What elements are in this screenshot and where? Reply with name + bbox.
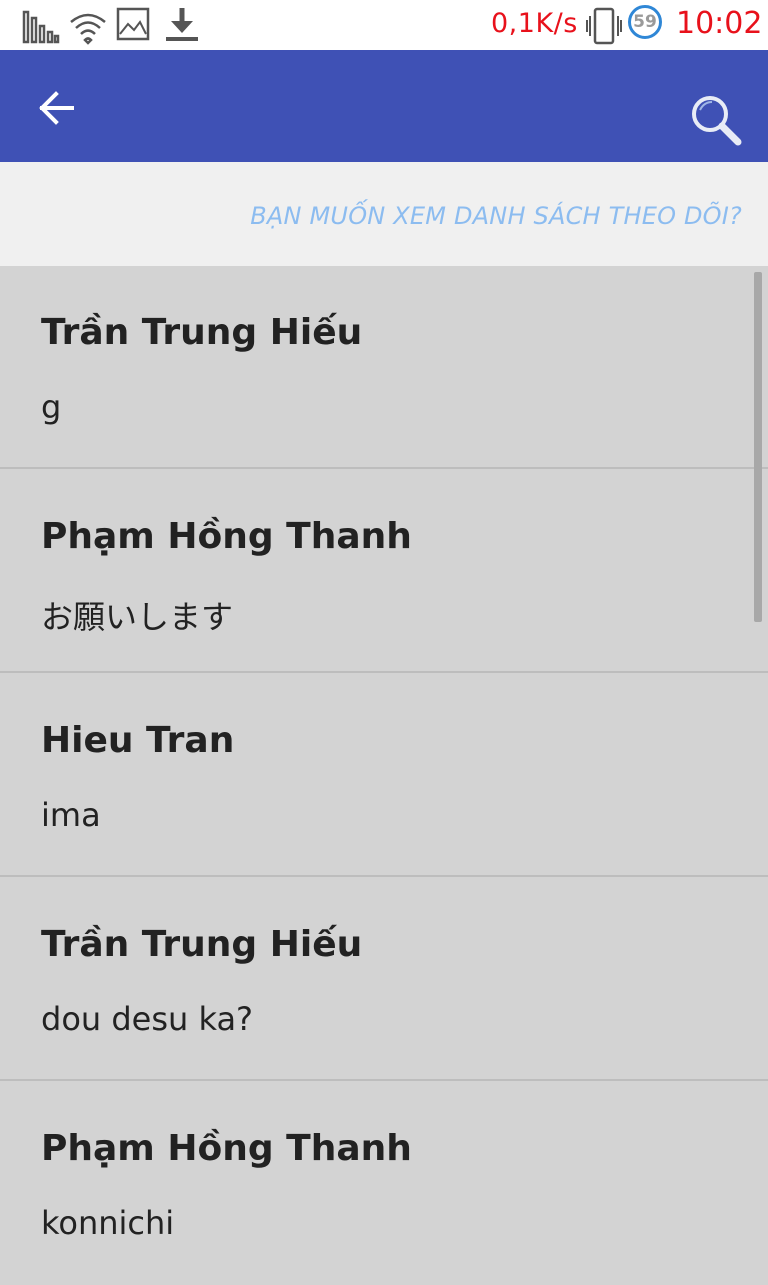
arrow-back-icon xyxy=(39,91,74,125)
message-text: お願いします xyxy=(41,598,234,636)
message-text: g xyxy=(41,388,62,426)
list-item[interactable]: Hieu Tran ima xyxy=(0,674,768,877)
list-item[interactable]: Phạm Hồng Thanh konnichi xyxy=(0,1082,768,1285)
sender-name: Trần Trung Hiếu xyxy=(41,312,363,353)
message-text: konnichi xyxy=(41,1204,175,1242)
back-button[interactable] xyxy=(28,80,84,136)
download-icon xyxy=(166,8,198,41)
clock: 10:02 xyxy=(676,6,763,41)
wifi-icon xyxy=(70,13,106,45)
scrollbar[interactable] xyxy=(754,272,762,622)
badge-count: 59 xyxy=(628,5,662,39)
app-bar xyxy=(0,50,768,162)
sender-name: Phạm Hồng Thanh xyxy=(41,516,412,557)
signal-bars-icon xyxy=(22,10,60,44)
image-icon xyxy=(116,7,150,41)
sender-name: Phạm Hồng Thanh xyxy=(41,1128,412,1169)
network-speed: 0,1K/s xyxy=(491,8,578,39)
message-text: ima xyxy=(41,796,101,834)
message-list[interactable]: Trần Trung Hiếu g Phạm Hồng Thanh お願いします… xyxy=(0,266,768,1280)
watchlist-link[interactable]: BẠN MUỐN XEM DANH SÁCH THEO DÕI? xyxy=(250,202,742,230)
vibrate-icon xyxy=(586,7,622,45)
sender-name: Hieu Tran xyxy=(41,720,235,761)
list-item[interactable]: Phạm Hồng Thanh お願いします xyxy=(0,470,768,673)
sender-name: Trần Trung Hiếu xyxy=(41,924,363,965)
search-button[interactable] xyxy=(686,90,748,152)
watchlist-banner: BẠN MUỐN XEM DANH SÁCH THEO DÕI? xyxy=(0,162,768,266)
message-text: dou desu ka? xyxy=(41,1000,254,1038)
status-bar: 0,1K/s 59 10:02 xyxy=(0,0,768,50)
search-icon xyxy=(692,96,742,146)
list-item[interactable]: Trần Trung Hiếu g xyxy=(0,266,768,469)
list-item[interactable]: Trần Trung Hiếu dou desu ka? xyxy=(0,878,768,1081)
